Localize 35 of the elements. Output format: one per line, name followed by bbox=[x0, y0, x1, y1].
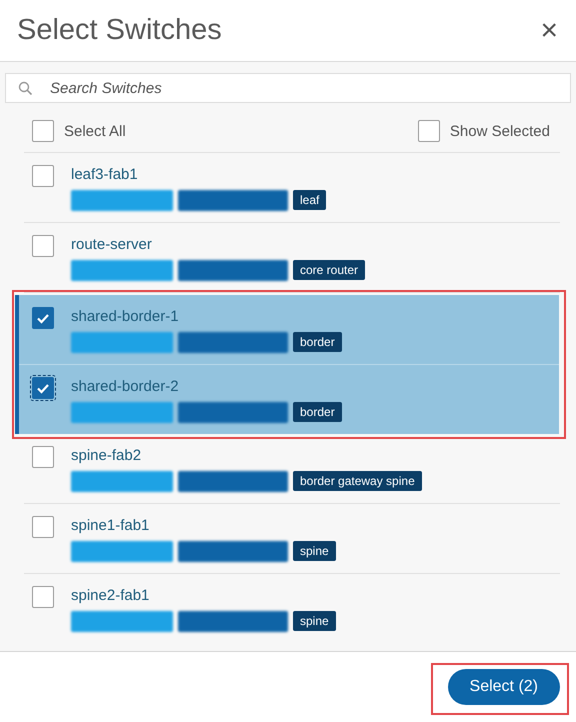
dialog-title: Select Switches bbox=[17, 14, 222, 47]
switch-name: route-server bbox=[71, 235, 153, 254]
checkbox[interactable] bbox=[32, 307, 54, 329]
switch-name: spine2-fab1 bbox=[71, 586, 150, 605]
switch-row[interactable]: spine-fab2 border gateway spine bbox=[24, 434, 560, 504]
switch-name: spine1-fab1 bbox=[71, 516, 150, 535]
role-tag: border bbox=[293, 402, 342, 422]
checkbox[interactable] bbox=[32, 446, 54, 468]
switch-name: shared-border-2 bbox=[71, 377, 180, 396]
switch-row[interactable]: shared-border-2 border bbox=[19, 365, 559, 434]
switch-row[interactable]: leaf3-fab1 leaf bbox=[24, 153, 560, 223]
role-tag: leaf bbox=[293, 190, 326, 210]
show-selected-label: Show Selected bbox=[450, 122, 550, 140]
checkbox[interactable] bbox=[32, 586, 54, 608]
switch-row[interactable]: shared-border-1 border bbox=[19, 295, 559, 365]
checkbox[interactable] bbox=[418, 120, 440, 142]
role-tag: border bbox=[293, 332, 342, 352]
role-tag: core router bbox=[293, 260, 366, 280]
checkbox[interactable] bbox=[32, 165, 54, 187]
role-tag: border gateway spine bbox=[293, 471, 422, 491]
switch-name: leaf3-fab1 bbox=[71, 165, 139, 184]
select-button[interactable]: Select (2) bbox=[448, 669, 560, 705]
role-tag: spine bbox=[293, 541, 336, 561]
role-tag: spine bbox=[293, 611, 336, 631]
switch-row[interactable]: route-server core router bbox=[24, 223, 560, 293]
search-field[interactable]: Search Switches bbox=[5, 73, 571, 103]
switch-row[interactable]: spine2-fab1 spine bbox=[24, 574, 560, 643]
switch-name: spine-fab2 bbox=[71, 446, 142, 465]
select-all-label: Select All bbox=[64, 122, 126, 140]
checkbox[interactable] bbox=[32, 235, 54, 257]
switch-row[interactable]: spine1-fab1 spine bbox=[24, 504, 560, 574]
close-button[interactable]: × bbox=[538, 16, 560, 46]
switch-name: shared-border-1 bbox=[71, 307, 180, 326]
checkbox[interactable] bbox=[32, 516, 54, 538]
checkbox[interactable] bbox=[32, 120, 54, 142]
